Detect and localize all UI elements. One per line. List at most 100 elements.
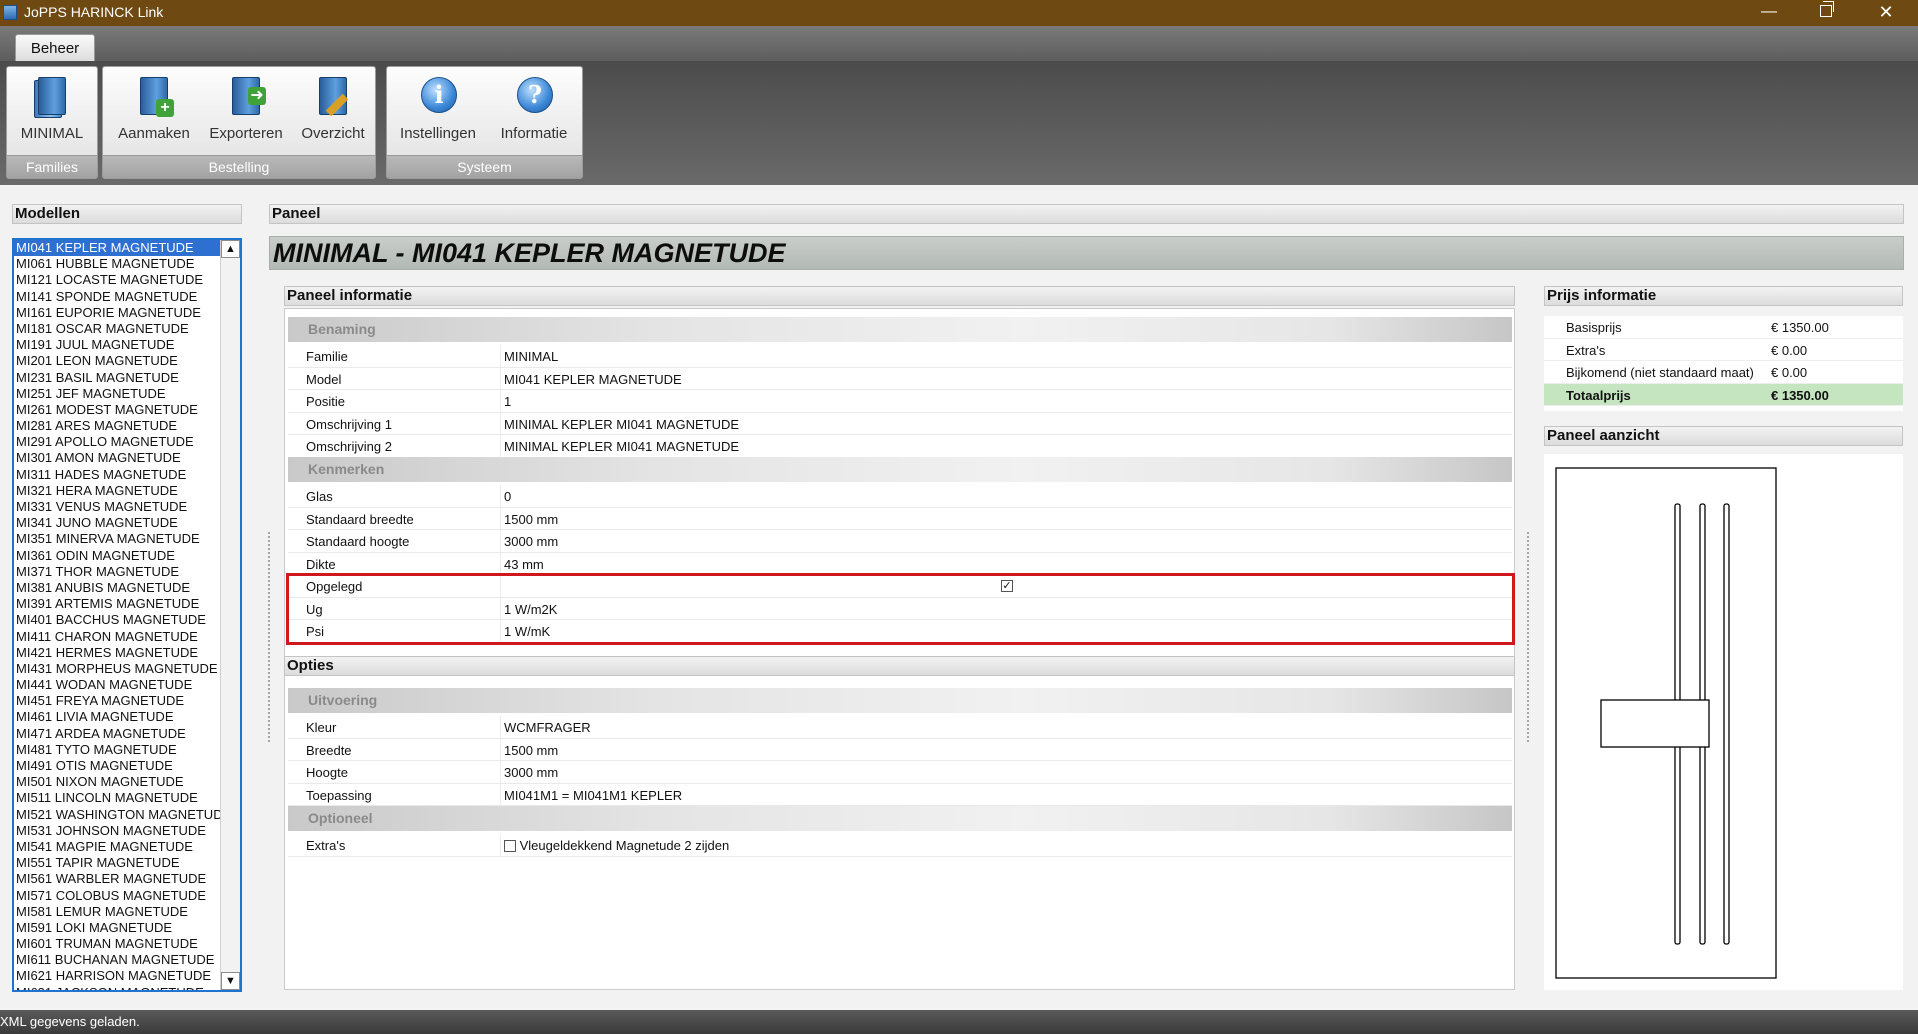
- row-extras: Extra's Vleugeldekkend Magnetude 2 zijde…: [288, 834, 1512, 857]
- list-item[interactable]: MI351 MINERVA MAGNETUDE: [14, 531, 220, 547]
- list-item[interactable]: MI041 KEPLER MAGNETUDE: [14, 240, 220, 257]
- extras-checkbox[interactable]: [504, 840, 516, 852]
- list-item[interactable]: MI331 VENUS MAGNETUDE: [14, 499, 220, 515]
- row-value[interactable]: 1 W/mK: [504, 624, 550, 639]
- list-item[interactable]: MI491 OTIS MAGNETUDE: [14, 758, 220, 774]
- prijs-key: Extra's: [1566, 342, 1606, 358]
- row-value[interactable]: 1500 mm: [504, 512, 558, 527]
- prijs-row-extras: Extra's € 0.00: [1544, 339, 1903, 361]
- list-item[interactable]: MI501 NIXON MAGNETUDE: [14, 774, 220, 790]
- list-item[interactable]: MI291 APOLLO MAGNETUDE: [14, 434, 220, 450]
- list-item[interactable]: MI531 JOHNSON MAGNETUDE: [14, 823, 220, 839]
- list-item[interactable]: MI281 ARES MAGNETUDE: [14, 418, 220, 434]
- list-item[interactable]: MI471 ARDEA MAGNETUDE: [14, 726, 220, 742]
- row-value[interactable]: 1500 mm: [504, 743, 558, 758]
- row-value[interactable]: MI041M1 = MI041M1 KEPLER: [504, 788, 682, 803]
- list-item[interactable]: MI181 OSCAR MAGNETUDE: [14, 321, 220, 337]
- row-value[interactable]: 3000 mm: [504, 534, 558, 549]
- list-item[interactable]: MI591 LOKI MAGNETUDE: [14, 920, 220, 936]
- maximize-button[interactable]: [1803, 0, 1849, 26]
- close-button[interactable]: ✕: [1863, 0, 1909, 26]
- list-item[interactable]: MI231 BASIL MAGNETUDE: [14, 370, 220, 386]
- instellingen-button[interactable]: i Instellingen: [395, 71, 481, 153]
- list-item[interactable]: MI541 MAGPIE MAGNETUDE: [14, 839, 220, 855]
- list-item[interactable]: MI581 LEMUR MAGNETUDE: [14, 904, 220, 920]
- list-item[interactable]: MI301 AMON MAGNETUDE: [14, 450, 220, 466]
- row-value[interactable]: 1: [504, 394, 511, 409]
- opgelegd-checkbox[interactable]: ✓: [1001, 580, 1013, 592]
- list-item[interactable]: MI451 FREYA MAGNETUDE: [14, 693, 220, 709]
- right-splitter[interactable]: [1527, 532, 1531, 742]
- list-item[interactable]: MI161 EUPORIE MAGNETUDE: [14, 305, 220, 321]
- list-item[interactable]: MI261 MODEST MAGNETUDE: [14, 402, 220, 418]
- row-value[interactable]: MINIMAL KEPLER MI041 MAGNETUDE: [504, 439, 739, 454]
- aanmaken-button[interactable]: + Aanmaken: [111, 71, 197, 153]
- row-value[interactable]: MI041 KEPLER MAGNETUDE: [504, 372, 682, 387]
- opties-header: Opties: [284, 656, 1515, 676]
- row-value[interactable]: MINIMAL: [504, 349, 558, 364]
- list-item[interactable]: MI601 TRUMAN MAGNETUDE: [14, 936, 220, 952]
- list-item[interactable]: MI511 LINCOLN MAGNETUDE: [14, 790, 220, 806]
- list-item[interactable]: MI571 COLOBUS MAGNETUDE: [14, 888, 220, 904]
- row-psi: Psi 1 W/mK: [288, 620, 1512, 643]
- row-value[interactable]: MINIMAL KEPLER MI041 MAGNETUDE: [504, 417, 739, 432]
- list-item[interactable]: MI431 MORPHEUS MAGNETUDE: [14, 661, 220, 677]
- exporteren-label: Exporteren: [209, 125, 283, 142]
- row-value[interactable]: 1 W/m2K: [504, 602, 557, 617]
- model-list[interactable]: MI041 KEPLER MAGNETUDE MI061 HUBBLE MAGNE…: [12, 238, 242, 992]
- list-item[interactable]: MI391 ARTEMIS MAGNETUDE: [14, 596, 220, 612]
- list-item[interactable]: MI381 ANUBIS MAGNETUDE: [14, 580, 220, 596]
- list-item[interactable]: MI421 HERMES MAGNETUDE: [14, 645, 220, 661]
- row-key: Breedte: [306, 742, 352, 758]
- list-item[interactable]: MI201 LEON MAGNETUDE: [14, 353, 220, 369]
- ribbon-group-families: MINIMAL Families: [6, 66, 98, 179]
- row-value[interactable]: WCMFRAGER: [504, 720, 591, 735]
- row-value[interactable]: 3000 mm: [504, 765, 558, 780]
- prijs-value: € 1350.00: [1771, 387, 1829, 403]
- overzicht-button[interactable]: Overzicht: [295, 71, 371, 153]
- list-item[interactable]: MI311 HADES MAGNETUDE: [14, 467, 220, 483]
- list-item[interactable]: MI121 LOCASTE MAGNETUDE: [14, 272, 220, 288]
- list-item[interactable]: MI551 TAPIR MAGNETUDE: [14, 855, 220, 871]
- panel-drawing: [1555, 467, 1777, 979]
- list-item[interactable]: MI061 HUBBLE MAGNETUDE: [14, 256, 220, 272]
- tab-beheer[interactable]: Beheer: [15, 34, 95, 62]
- list-item[interactable]: MI621 HARRISON MAGNETUDE: [14, 968, 220, 984]
- list-item[interactable]: MI191 JUUL MAGNETUDE: [14, 337, 220, 353]
- list-item[interactable]: MI481 TYTO MAGNETUDE: [14, 742, 220, 758]
- page-title: MINIMAL - MI041 KEPLER MAGNETUDE: [269, 236, 1904, 270]
- list-item[interactable]: MI611 BUCHANAN MAGNETUDE: [14, 952, 220, 968]
- list-item[interactable]: MI401 BACCHUS MAGNETUDE: [14, 612, 220, 628]
- row-key: Omschrijving 1: [306, 416, 392, 432]
- list-item[interactable]: MI441 WODAN MAGNETUDE: [14, 677, 220, 693]
- list-item[interactable]: MI521 WASHINGTON MAGNETUDE: [14, 807, 231, 823]
- minimize-button[interactable]: —: [1746, 0, 1792, 26]
- groove-line-3: [1723, 503, 1730, 945]
- list-item[interactable]: MI461 LIVIA MAGNETUDE: [14, 709, 220, 725]
- row-value[interactable]: 43 mm: [504, 557, 544, 572]
- exporteren-button[interactable]: ➜ Exporteren: [203, 71, 289, 153]
- scroll-down-icon[interactable]: ▼: [221, 972, 240, 990]
- window-title: JoPPS HARINCK Link: [24, 4, 164, 20]
- list-item[interactable]: MI631 JACKSON MAGNETUDE: [14, 985, 220, 990]
- model-list-scrollbar[interactable]: ▲ ▼: [220, 240, 240, 990]
- list-item[interactable]: MI361 ODIN MAGNETUDE: [14, 548, 220, 564]
- informatie-button[interactable]: ? Informatie: [491, 71, 577, 153]
- extras-option[interactable]: Vleugeldekkend Magnetude 2 zijden: [504, 838, 729, 853]
- row-value[interactable]: 0: [504, 489, 511, 504]
- edit-document-icon: [313, 75, 353, 119]
- list-item[interactable]: MI371 THOR MAGNETUDE: [14, 564, 220, 580]
- list-item[interactable]: MI561 WARBLER MAGNETUDE: [14, 871, 220, 887]
- list-item[interactable]: MI141 SPONDE MAGNETUDE: [14, 289, 220, 305]
- list-item[interactable]: MI321 HERA MAGNETUDE: [14, 483, 220, 499]
- row-key: Positie: [306, 394, 346, 409]
- row-key: Glas: [306, 489, 333, 504]
- row-standaard-breedte: Standaard breedte 1500 mm: [288, 507, 1512, 530]
- left-splitter[interactable]: [268, 532, 272, 742]
- list-item[interactable]: MI341 JUNO MAGNETUDE: [14, 515, 220, 531]
- scroll-up-icon[interactable]: ▲: [221, 240, 240, 258]
- informatie-label: Informatie: [500, 125, 568, 142]
- list-item[interactable]: MI251 JEF MAGNETUDE: [14, 386, 220, 402]
- minimal-button[interactable]: MINIMAL: [11, 71, 93, 153]
- list-item[interactable]: MI411 CHARON MAGNETUDE: [14, 629, 220, 645]
